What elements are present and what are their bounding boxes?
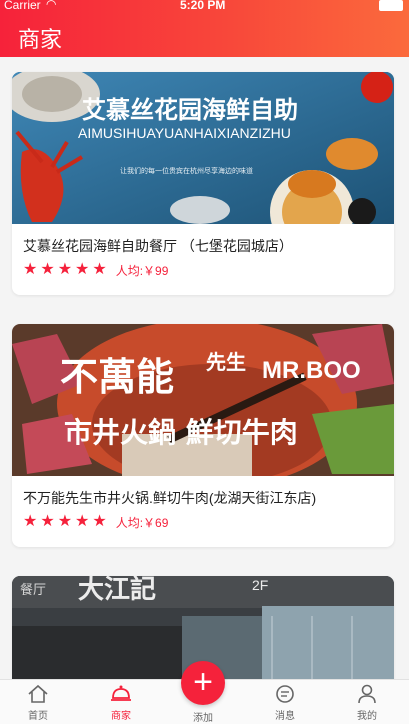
plus-icon: + — [193, 663, 213, 701]
merchant-card[interactable]: 艾慕丝花园海鲜自助 AIMUSIHUAYUANHAIXIANZIZHU 让我们的… — [12, 72, 394, 295]
banner-subtitle: 先生 — [206, 350, 246, 374]
merchant-list[interactable]: 艾慕丝花园海鲜自助 AIMUSIHUAYUANHAIXIANZIZHU 让我们的… — [0, 57, 409, 679]
page-title: 商家 — [18, 27, 63, 52]
star-icon: ★ — [75, 261, 90, 278]
star-icon: ★ — [75, 513, 90, 530]
merchant-banner-image: 艾慕丝花园海鲜自助 AIMUSIHUAYUANHAIXIANZIZHU 让我们的… — [12, 72, 394, 224]
banner-slogan: 市井火鍋 鮮切牛肉 — [64, 416, 298, 449]
tab-label: 消息 — [275, 711, 295, 722]
tab-label: 商家 — [111, 711, 131, 722]
rating-row: ★ ★ ★ ★ ★ 人均:￥99 — [23, 262, 168, 278]
clock: 5:20 PM — [180, 0, 226, 12]
star-icon: ★ — [92, 261, 107, 278]
banner-title: 艾慕丝花园海鲜自助 — [82, 96, 298, 124]
banner-title: 不萬能 — [60, 355, 174, 399]
user-icon — [358, 684, 376, 704]
average-price: 人均:￥99 — [115, 263, 169, 278]
average-price: 人均:￥69 — [115, 515, 169, 530]
tab-label: 我的 — [357, 711, 377, 722]
star-icon: ★ — [23, 261, 38, 278]
battery-icon — [379, 0, 403, 11]
home-icon — [28, 684, 48, 703]
chat-icon — [276, 685, 294, 703]
carrier-label: Carrier — [4, 0, 41, 12]
rating-row: ★ ★ ★ ★ ★ 人均:￥69 — [23, 514, 168, 530]
star-icon: ★ — [40, 513, 55, 530]
banner-tagline: 让我们的每一位贵宾在杭州尽享海边的味道 — [120, 166, 253, 175]
add-label: 添加 — [193, 713, 213, 724]
merchant-card[interactable]: 不萬能 先生 MR.BOO 市井火鍋 鮮切牛肉 不万能先生市井火锅.鲜切牛肉(龙… — [12, 324, 394, 547]
banner-brand: MR.BOO — [262, 357, 361, 384]
tab-label: 首页 — [28, 711, 48, 722]
merchant-name[interactable]: 艾慕丝花园海鲜自助餐厅 （七堡花园城店） — [23, 236, 293, 256]
banner-side-text: 餐厅 — [20, 582, 46, 598]
star-icon: ★ — [57, 513, 73, 530]
star-icon: ★ — [40, 261, 55, 278]
banner-pinyin: AIMUSIHUAYUANHAIXIANZIZHU — [78, 125, 291, 141]
tab-home[interactable]: 首页 — [8, 680, 68, 724]
app-header: Carrier ◠ 5:20 PM 商家 — [0, 0, 409, 57]
merchant-banner-image: 不萬能 先生 MR.BOO 市井火鍋 鮮切牛肉 — [12, 324, 394, 476]
star-icon: ★ — [57, 261, 73, 278]
status-bar: Carrier ◠ 5:20 PM — [0, 0, 409, 14]
tab-profile[interactable]: 我的 — [337, 680, 397, 724]
merchant-name[interactable]: 不万能先生市井火锅.鲜切牛肉(龙湖天街江东店) — [23, 488, 316, 508]
star-icon: ★ — [92, 513, 107, 530]
dish-icon — [111, 685, 131, 701]
tab-merchants[interactable]: 商家 — [91, 680, 151, 724]
add-button[interactable]: + — [181, 661, 225, 705]
banner-title: 大江記 — [78, 576, 156, 605]
wifi-icon: ◠ — [46, 0, 57, 11]
banner-floor: 2F — [252, 577, 268, 593]
star-icon: ★ — [23, 513, 38, 530]
tab-messages[interactable]: 消息 — [255, 680, 315, 724]
